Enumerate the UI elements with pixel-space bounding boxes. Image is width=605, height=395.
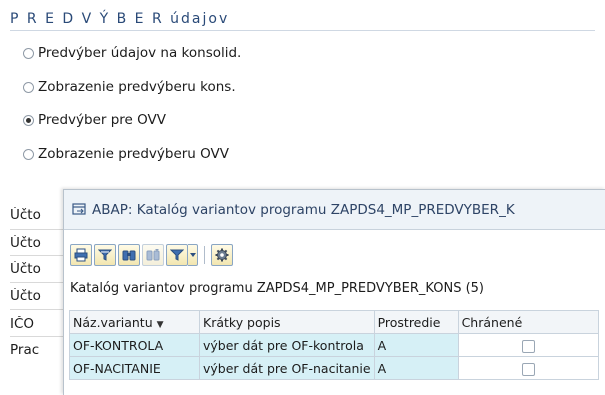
column-header-variant-name[interactable]: Náz.variantu ▼ <box>69 310 200 334</box>
settings-button[interactable] <box>211 244 233 266</box>
field-label: Účto <box>10 261 41 277</box>
dialog-window-icon <box>72 203 86 215</box>
radio-label: Predvýber pre OVV <box>38 112 167 128</box>
radio-button[interactable] <box>23 81 34 93</box>
radio-label: Predvýber údajov na konsolid. <box>38 45 242 61</box>
column-header-label: Prostredie <box>377 314 441 330</box>
radio-option-show-consolidation[interactable]: Zobrazenie predvýberu kons. <box>23 76 236 98</box>
find-next-icon <box>146 249 160 261</box>
radio-button[interactable] <box>23 148 34 160</box>
filter-button[interactable] <box>94 244 116 266</box>
radio-option-preselect-ovv[interactable]: Predvýber pre OVV <box>23 109 166 131</box>
find-button[interactable] <box>118 244 140 266</box>
dialog-title: ABAP: Katalóg variantov programu ZAPDS4_… <box>92 201 515 218</box>
protected-cell <box>457 333 599 357</box>
variant-name-cell[interactable]: OF-KONTROLA <box>69 333 200 357</box>
find-next-button[interactable] <box>142 244 164 266</box>
field-label: Účto <box>10 288 41 304</box>
radio-option-preselect-consolidation[interactable]: Predvýber údajov na konsolid. <box>23 42 241 64</box>
dialog-toolbar <box>70 243 235 267</box>
field-label: Prac <box>10 342 40 358</box>
find-icon <box>122 250 136 261</box>
column-header-environment[interactable]: Prostredie <box>373 310 459 334</box>
field-label: IČO <box>10 316 35 332</box>
print-icon <box>74 248 88 262</box>
field-divider <box>10 229 66 230</box>
protected-cell <box>457 356 599 380</box>
set-filter-dropdown[interactable] <box>188 244 198 266</box>
protected-checkbox[interactable] <box>521 339 535 353</box>
column-header-description[interactable]: Krátky popis <box>199 310 375 334</box>
radio-option-show-ovv[interactable]: Zobrazenie predvýberu OVV <box>23 143 229 165</box>
environment-cell[interactable]: A <box>373 356 459 380</box>
set-filter-button[interactable] <box>166 244 188 266</box>
sort-descending-icon: ▼ <box>156 319 164 330</box>
radio-button-selected[interactable] <box>23 114 34 126</box>
variant-catalog-dialog: ABAP: Katalóg variantov programu ZAPDS4_… <box>63 189 605 395</box>
field-divider <box>10 309 66 310</box>
field-divider <box>10 336 66 337</box>
chevron-down-icon <box>189 253 196 257</box>
set-filter-icon <box>170 249 184 261</box>
field-label: Účto <box>10 207 41 223</box>
section-title: P R E D V Ý B E R údajov <box>10 11 230 27</box>
table-header-row: Náz.variantu ▼ Krátky popis Prostredie Ch… <box>69 310 599 334</box>
field-label: Účto <box>10 235 41 251</box>
radio-label: Zobrazenie predvýberu kons. <box>38 79 236 95</box>
radio-button[interactable] <box>23 47 34 59</box>
radio-label: Zobrazenie predvýberu OVV <box>38 146 230 162</box>
filter-icon <box>98 249 112 261</box>
column-header-label: Náz.variantu <box>73 314 153 330</box>
table-row[interactable]: OF-KONTROLA výber dát pre OF-kontrola A <box>69 333 599 357</box>
column-header-protected[interactable]: Chránené <box>457 310 599 334</box>
variant-table: Náz.variantu ▼ Krátky popis Prostredie Ch… <box>69 310 599 380</box>
field-divider <box>10 282 66 283</box>
description-cell[interactable]: výber dát pre OF-kontrola <box>199 333 375 357</box>
protected-checkbox[interactable] <box>521 362 535 376</box>
print-button[interactable] <box>70 244 92 266</box>
section-divider <box>10 30 595 31</box>
variant-name-cell[interactable]: OF-NACITANIE <box>69 356 200 380</box>
field-divider <box>10 255 66 256</box>
table-row[interactable]: OF-NACITANIE výber dát pre OF-nacitanie … <box>69 356 599 380</box>
column-header-label: Chránené <box>461 314 523 330</box>
table-caption: Katalóg variantov programu ZAPDS4_MP_PRE… <box>70 281 485 296</box>
column-header-label: Krátky popis <box>203 314 281 330</box>
description-cell[interactable]: výber dát pre OF-nacitanie <box>199 356 375 380</box>
toolbar-separator <box>204 246 205 264</box>
dialog-title-bar[interactable]: ABAP: Katalóg variantov programu ZAPDS4_… <box>64 190 605 230</box>
environment-cell[interactable]: A <box>373 333 459 357</box>
settings-icon <box>215 248 229 262</box>
